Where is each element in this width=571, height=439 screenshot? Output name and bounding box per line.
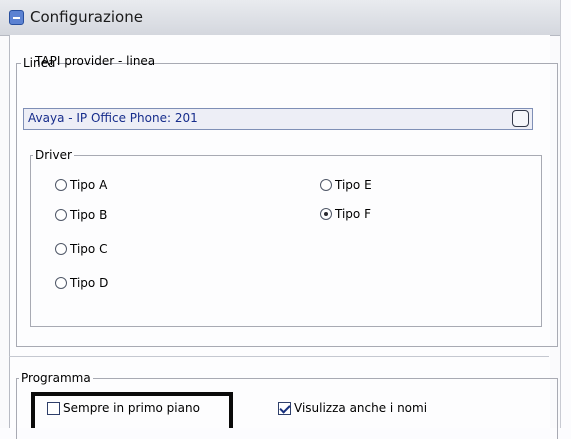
- radio-circle-icon: [55, 209, 67, 221]
- checkbox-label: Visulizza anche i nomi: [294, 401, 428, 415]
- show-names-checkbox[interactable]: Visulizza anche i nomi: [278, 400, 427, 416]
- config-window: Configurazione Linea TAPI provider - lin…: [0, 0, 561, 439]
- radio-tipo-b[interactable]: Tipo B: [55, 207, 107, 223]
- radio-circle-icon: [320, 179, 332, 191]
- tapi-provider-label: TAPI provider - linea: [35, 54, 156, 68]
- programma-legend: Programma: [19, 371, 93, 385]
- radio-tipo-d[interactable]: Tipo D: [55, 275, 108, 291]
- collapse-icon[interactable]: [9, 10, 24, 25]
- divider: [9, 356, 549, 357]
- tapi-provider-value: Avaya - IP Office Phone: 201: [28, 111, 198, 125]
- radio-tipo-f[interactable]: Tipo F: [320, 206, 371, 222]
- radio-label: Tipo E: [335, 178, 372, 192]
- radio-circle-icon: [55, 243, 67, 255]
- driver-legend: Driver: [33, 148, 74, 162]
- radio-tipo-a[interactable]: Tipo A: [55, 177, 107, 193]
- radio-circle-icon: [55, 179, 67, 191]
- radio-tipo-e[interactable]: Tipo E: [320, 177, 372, 193]
- dropdown-button-icon[interactable]: [512, 110, 529, 127]
- radio-circle-icon: [55, 277, 67, 289]
- window-title: Configurazione: [30, 8, 143, 26]
- title-bar: Configurazione: [0, 0, 560, 36]
- checkbox-checked-icon: [278, 401, 291, 415]
- radio-label: Tipo C: [70, 242, 108, 256]
- radio-selected-icon: [320, 208, 332, 220]
- radio-label: Tipo F: [335, 207, 371, 221]
- radio-label: Tipo D: [70, 276, 109, 290]
- radio-label: Tipo B: [70, 208, 108, 222]
- highlight-frame: [31, 392, 233, 428]
- tapi-provider-select[interactable]: Avaya - IP Office Phone: 201: [23, 108, 533, 130]
- radio-tipo-c[interactable]: Tipo C: [55, 241, 107, 257]
- radio-label: Tipo A: [70, 178, 108, 192]
